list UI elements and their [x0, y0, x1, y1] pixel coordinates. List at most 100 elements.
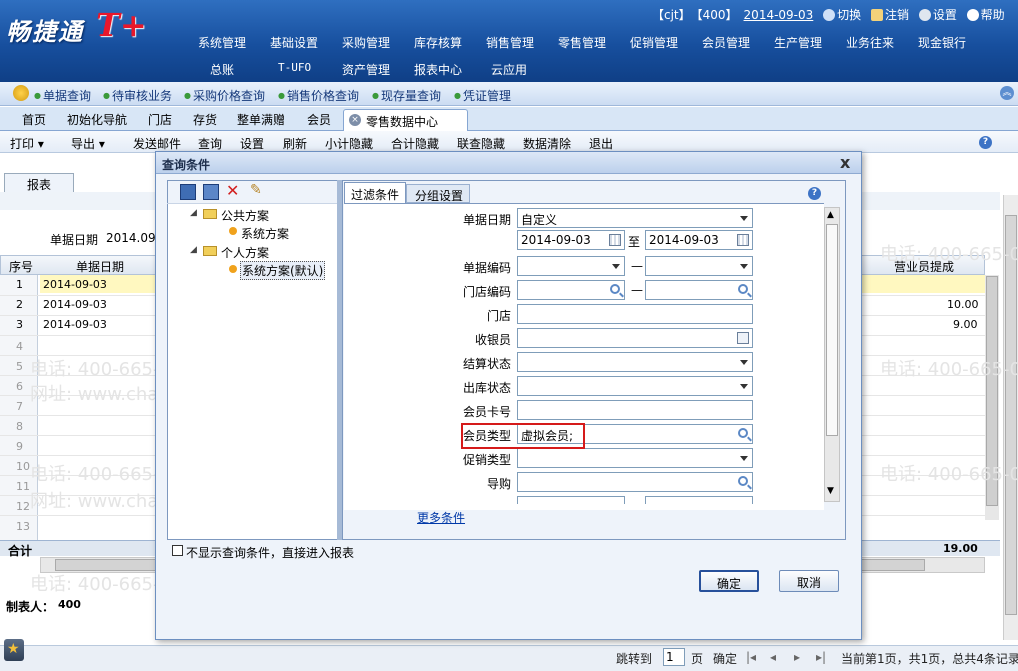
ok-button[interactable]: 确定	[699, 570, 759, 592]
doc-code-to[interactable]	[645, 256, 753, 276]
settle-status-select[interactable]	[517, 352, 753, 372]
help-icon[interactable]: ?	[808, 187, 821, 200]
search-icon[interactable]	[738, 284, 748, 294]
tab-filter-conditions[interactable]: 过滤条件	[344, 182, 406, 203]
search-icon[interactable]	[610, 284, 620, 294]
menu-purchase[interactable]: 采购管理	[342, 34, 390, 51]
outbound-status-select[interactable]	[517, 376, 753, 396]
menu-cloud[interactable]: 云应用	[491, 61, 527, 78]
next-page-icon[interactable]: ▸	[794, 650, 800, 664]
scroll-up-icon[interactable]: ▲	[827, 210, 834, 220]
date-mode-select[interactable]: 自定义	[517, 208, 753, 228]
date-to-input[interactable]: 2014-09-03	[645, 230, 753, 250]
query-button[interactable]: 查询	[198, 135, 222, 152]
more-conditions-link[interactable]: 更多条件	[417, 509, 465, 526]
switch-button[interactable]: 切换	[823, 8, 861, 22]
expand-icon[interactable]: ◢	[190, 245, 197, 255]
menu-inventory[interactable]: 库存核算	[414, 34, 462, 51]
menu-cash-bank[interactable]: 现金银行	[918, 34, 966, 51]
clear-data-button[interactable]: 数据清除	[523, 135, 571, 152]
tab-full-gift[interactable]: 整单满赠	[237, 111, 285, 128]
dialog-title[interactable]: 查询条件	[156, 152, 861, 174]
quicklink-voucher[interactable]: 凭证管理	[454, 87, 511, 104]
exit-button[interactable]: 退出	[589, 135, 613, 152]
menu-sales[interactable]: 销售管理	[486, 34, 534, 51]
menu-report-center[interactable]: 报表中心	[414, 61, 462, 78]
menu-system[interactable]: 系统管理	[198, 34, 246, 51]
edit-icon[interactable]: ✎	[250, 182, 262, 198]
prev-page-icon[interactable]: ◂	[770, 650, 776, 664]
total-hide-button[interactable]: 合计隐藏	[391, 135, 439, 152]
send-mail-button[interactable]: 发送邮件	[133, 135, 181, 152]
scroll-down-icon[interactable]: ▼	[827, 486, 834, 496]
scroll-thumb[interactable]	[986, 276, 998, 506]
menu-promotion[interactable]: 促销管理	[630, 34, 678, 51]
tab-stock[interactable]: 存货	[193, 111, 217, 128]
tab-member[interactable]: 会员	[307, 111, 331, 128]
settings-button[interactable]: 设置	[918, 8, 957, 22]
help-button[interactable]: 帮助	[966, 8, 1005, 22]
help-icon[interactable]: ?	[979, 136, 992, 149]
store-input[interactable]	[517, 304, 753, 324]
page-vertical-scrollbar[interactable]	[1003, 195, 1018, 640]
collapse-icon[interactable]: ︽	[1000, 86, 1014, 100]
doc-code-from[interactable]	[517, 256, 625, 276]
menu-tufo[interactable]: T-UFO	[278, 61, 311, 74]
cancel-button[interactable]: 取消	[779, 570, 839, 592]
save-as-icon[interactable]	[203, 184, 219, 200]
menu-ledger[interactable]: 总账	[210, 61, 234, 78]
last-page-icon[interactable]: ▸|	[816, 650, 826, 664]
store-code-from[interactable]	[517, 280, 625, 300]
favorites-star-icon[interactable]: ★	[4, 639, 24, 661]
search-icon[interactable]	[738, 428, 748, 438]
tab-store[interactable]: 门店	[148, 111, 172, 128]
tree-personal-scheme[interactable]: 个人方案	[221, 244, 269, 261]
tab-home[interactable]: 首页	[22, 111, 46, 128]
page-input[interactable]	[663, 648, 685, 666]
menu-retail[interactable]: 零售管理	[558, 34, 606, 51]
calendar-icon[interactable]	[609, 234, 621, 246]
print-button[interactable]: 打印 ▾	[10, 135, 44, 152]
search-icon[interactable]	[738, 476, 748, 486]
quicklink-sales-price[interactable]: 销售价格查询	[278, 87, 359, 104]
store-code-to[interactable]	[645, 280, 753, 300]
quicklink-purchase-price[interactable]: 采购价格查询	[184, 87, 265, 104]
close-icon[interactable]: x	[840, 153, 850, 172]
report-tab[interactable]: 报表	[4, 173, 74, 193]
grid-vertical-scrollbar[interactable]	[985, 275, 999, 520]
expand-icon[interactable]: ◢	[190, 208, 197, 218]
menu-basic-settings[interactable]: 基础设置	[270, 34, 318, 51]
col-seq[interactable]: 序号	[9, 258, 33, 275]
skip-conditions-checkbox[interactable]	[172, 545, 183, 556]
quicklink-pending-review[interactable]: 待审核业务	[103, 87, 172, 104]
skip-conditions-label[interactable]: 不显示查询条件，直接进入报表	[186, 544, 354, 561]
settings-button[interactable]: 设置	[240, 135, 264, 152]
calendar-icon[interactable]	[737, 234, 749, 246]
refresh-button[interactable]: 刷新	[283, 135, 307, 152]
tab-init-guide[interactable]: 初始化导航	[67, 111, 127, 128]
page-scroll-thumb[interactable]	[1005, 215, 1017, 615]
tab-group-settings[interactable]: 分组设置	[406, 184, 470, 203]
guide-input[interactable]	[517, 472, 753, 492]
menu-business[interactable]: 业务往来	[846, 34, 894, 51]
tree-public-scheme[interactable]: 公共方案	[221, 207, 269, 224]
col-date[interactable]: 单据日期	[76, 258, 124, 275]
quicklink-stock[interactable]: 现存量查询	[372, 87, 441, 104]
date-from-input[interactable]: 2014-09-03	[517, 230, 625, 250]
delete-icon[interactable]: ✕	[226, 181, 239, 200]
promo-type-select[interactable]	[517, 448, 753, 468]
tree-public-system-scheme[interactable]: 系统方案	[241, 225, 289, 242]
tab-retail-data-center[interactable]: × 零售数据中心	[343, 109, 468, 131]
close-tab-icon[interactable]: ×	[349, 114, 361, 126]
logout-button[interactable]: 注销	[870, 8, 909, 22]
menu-assets[interactable]: 资产管理	[342, 61, 390, 78]
jump-confirm-button[interactable]: 确定	[713, 650, 737, 667]
menu-production[interactable]: 生产管理	[774, 34, 822, 51]
filter-scroll-thumb[interactable]	[826, 224, 838, 436]
subtotal-hide-button[interactable]: 小计隐藏	[325, 135, 373, 152]
member-card-input[interactable]	[517, 400, 753, 420]
menu-member[interactable]: 会员管理	[702, 34, 750, 51]
list-icon[interactable]	[737, 332, 749, 344]
save-icon[interactable]	[180, 184, 196, 200]
tree-personal-default-scheme[interactable]: 系统方案(默认)	[240, 261, 326, 280]
